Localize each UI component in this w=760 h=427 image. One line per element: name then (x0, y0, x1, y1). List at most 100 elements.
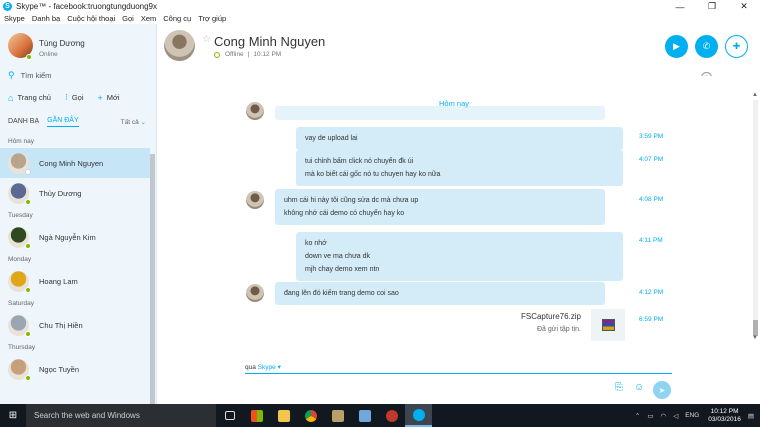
online-status-icon (25, 242, 31, 249)
menu-skype[interactable]: Skype (4, 14, 25, 23)
new-button[interactable]: + Mới (97, 93, 119, 103)
volume-icon[interactable]: ◁ (673, 412, 678, 420)
taskbar-app-game[interactable] (324, 404, 351, 427)
add-people-button[interactable]: ✚ (725, 35, 748, 58)
message-time: 3:59 PM (639, 133, 664, 140)
send-button[interactable]: ➤ (653, 381, 671, 399)
message-bubble[interactable]: uhm cái hi này tôi cũng sửa dc mà chưa u… (275, 189, 605, 225)
file-name[interactable]: FSCapture76.zip (521, 312, 581, 321)
menu-conversation[interactable]: Cuộc hội thoại (67, 14, 115, 23)
chevron-down-icon: ▾ (277, 364, 281, 371)
tab-contacts[interactable]: DANH BẠ (8, 118, 39, 127)
send-via-selector[interactable]: qua Skype ▾ (245, 363, 281, 371)
scroll-track[interactable] (753, 100, 758, 336)
plus-icon: + (97, 92, 103, 103)
chat-scrollbar[interactable]: ▲ ▼ (752, 92, 759, 342)
taskbar-clock[interactable]: 10:12 PM 03/03/2016 (708, 408, 741, 424)
contact-item[interactable]: Thùy Dương (0, 178, 150, 208)
skype-icon (412, 408, 425, 421)
contact-name: Ngà Nguyễn Kim (39, 232, 96, 242)
menu-view[interactable]: Xem (141, 14, 156, 23)
contact-item[interactable]: Ngà Nguyễn Kim (0, 222, 150, 252)
emoticon-icon[interactable]: ☺ (634, 382, 644, 393)
filter-dropdown[interactable]: Tất cả ⌄ (121, 118, 146, 126)
message-text: ko nhớ (305, 240, 327, 247)
video-call-button[interactable]: ▶ (665, 35, 688, 58)
avatar (8, 314, 31, 337)
taskbar-app-explorer[interactable] (270, 404, 297, 427)
box-icon (358, 409, 371, 422)
home-button[interactable]: ⌂ Trang chủ (8, 93, 51, 103)
taskbar-search[interactable]: Search the web and Windows (26, 404, 216, 427)
taskbar-app-chrome[interactable] (297, 404, 324, 427)
menu-help[interactable]: Trợ giúp (198, 14, 226, 23)
start-button[interactable]: ⊞ (0, 404, 26, 427)
message-text: không nhớ cái demo có chuyển hay ko (284, 210, 405, 217)
contact-last-seen: 10:12 PM (253, 51, 282, 58)
voice-call-button[interactable]: ✆ (695, 35, 718, 58)
menu-bar: Skype Danh bạ Cuộc hội thoại Gọi Xem Côn… (0, 13, 760, 24)
message-text: down ve ma chưa dk (305, 253, 370, 260)
contact-list: Hôm nay Cong Minh Nguyen Thùy Dương Tuesday… (0, 134, 150, 404)
menu-call[interactable]: Gọi (122, 14, 134, 23)
search-label: Tìm kiếm (20, 71, 52, 80)
online-status-icon (25, 330, 31, 337)
chevron-up-icon[interactable]: ⌃ (635, 412, 640, 420)
tab-recent[interactable]: GẦN ĐÂY (47, 117, 79, 127)
filter-label: Tất cả (120, 119, 139, 126)
scroll-down-icon[interactable]: ▼ (752, 335, 758, 341)
file-transfer-card[interactable]: FSCapture76.zip Đã gửi tập tin. (511, 309, 625, 341)
contact-avatar[interactable] (164, 30, 195, 61)
menu-tools[interactable]: Công cụ (163, 14, 191, 23)
online-status-icon (25, 198, 31, 205)
taskbar-app-box[interactable] (351, 404, 378, 427)
message-input[interactable] (245, 373, 672, 374)
task-view-button[interactable] (216, 404, 243, 427)
search-box[interactable]: ⚲ Tìm kiếm (8, 70, 51, 81)
close-button[interactable]: ✕ (728, 0, 760, 13)
message-bubble[interactable]: tui chỉnh bấm click nó chuyển đk úi mà ko… (296, 150, 623, 186)
maximize-button[interactable]: ❐ (696, 0, 728, 13)
conversation-title[interactable]: Cong Minh Nguyen (214, 34, 325, 49)
message-bubble[interactable]: vay de upload lai (296, 127, 623, 150)
message-bubble[interactable]: ko nhớ down ve ma chưa dk mjh chay demo xe… (296, 232, 623, 281)
attach-file-icon[interactable]: ⎘ (615, 382, 623, 393)
profile-card[interactable]: Tùng Dương Online (0, 24, 157, 66)
skype-logo-icon: S (3, 2, 12, 11)
network-icon[interactable]: ◠ (661, 412, 667, 420)
notification-icon[interactable]: ▤ (748, 412, 754, 420)
taskbar-app-store[interactable] (243, 404, 270, 427)
file-time: 6:59 PM (639, 316, 664, 323)
windows-taskbar: ⊞ Search the web and Windows ⌃ ▭ ◠ ◁ ENG… (0, 404, 760, 427)
favorite-star-icon[interactable]: ☆ (202, 34, 211, 45)
window-title: Skype™ - facebook:truongtungduong9x (16, 2, 157, 11)
contact-item[interactable]: Chu Thị Hiền (0, 310, 150, 340)
contact-section-label: Tuesday (8, 212, 33, 219)
contact-name: Ngọc Tuyền (39, 364, 80, 374)
battery-icon[interactable]: ▭ (647, 412, 653, 420)
contact-item[interactable]: Hoang Lam (0, 266, 150, 296)
home-label: Trang chủ (17, 93, 51, 102)
call-label: Gọi (71, 93, 84, 102)
taskbar-app-skype[interactable] (405, 404, 432, 427)
avatar (8, 152, 31, 175)
call-button[interactable]: ⁝ Gọi (65, 92, 84, 103)
offline-status-icon (214, 51, 220, 58)
contact-item[interactable]: Ngọc Tuyền (0, 354, 150, 384)
taskbar-app-helmet[interactable] (378, 404, 405, 427)
sender-avatar (246, 102, 264, 120)
contact-item[interactable]: Cong Minh Nguyen (0, 148, 150, 178)
contact-list-scrollbar[interactable] (150, 154, 155, 404)
message-time: 4:08 PM (639, 196, 664, 203)
archive-file-icon[interactable] (591, 309, 625, 341)
message-bubble[interactable]: đang lên đó kiếm trang demo coi sao (275, 282, 605, 305)
message-text: đang lên đó kiếm trang demo coi sao (284, 290, 399, 297)
menu-contacts[interactable]: Danh bạ (32, 14, 60, 23)
scroll-up-icon[interactable]: ▲ (752, 92, 758, 98)
minimize-button[interactable]: — (664, 0, 696, 13)
store-icon (250, 409, 263, 422)
profile-name: Tùng Dương (39, 39, 85, 48)
language-indicator[interactable]: ENG (685, 412, 699, 419)
online-status-icon (25, 374, 31, 381)
scroll-thumb[interactable] (753, 320, 758, 336)
